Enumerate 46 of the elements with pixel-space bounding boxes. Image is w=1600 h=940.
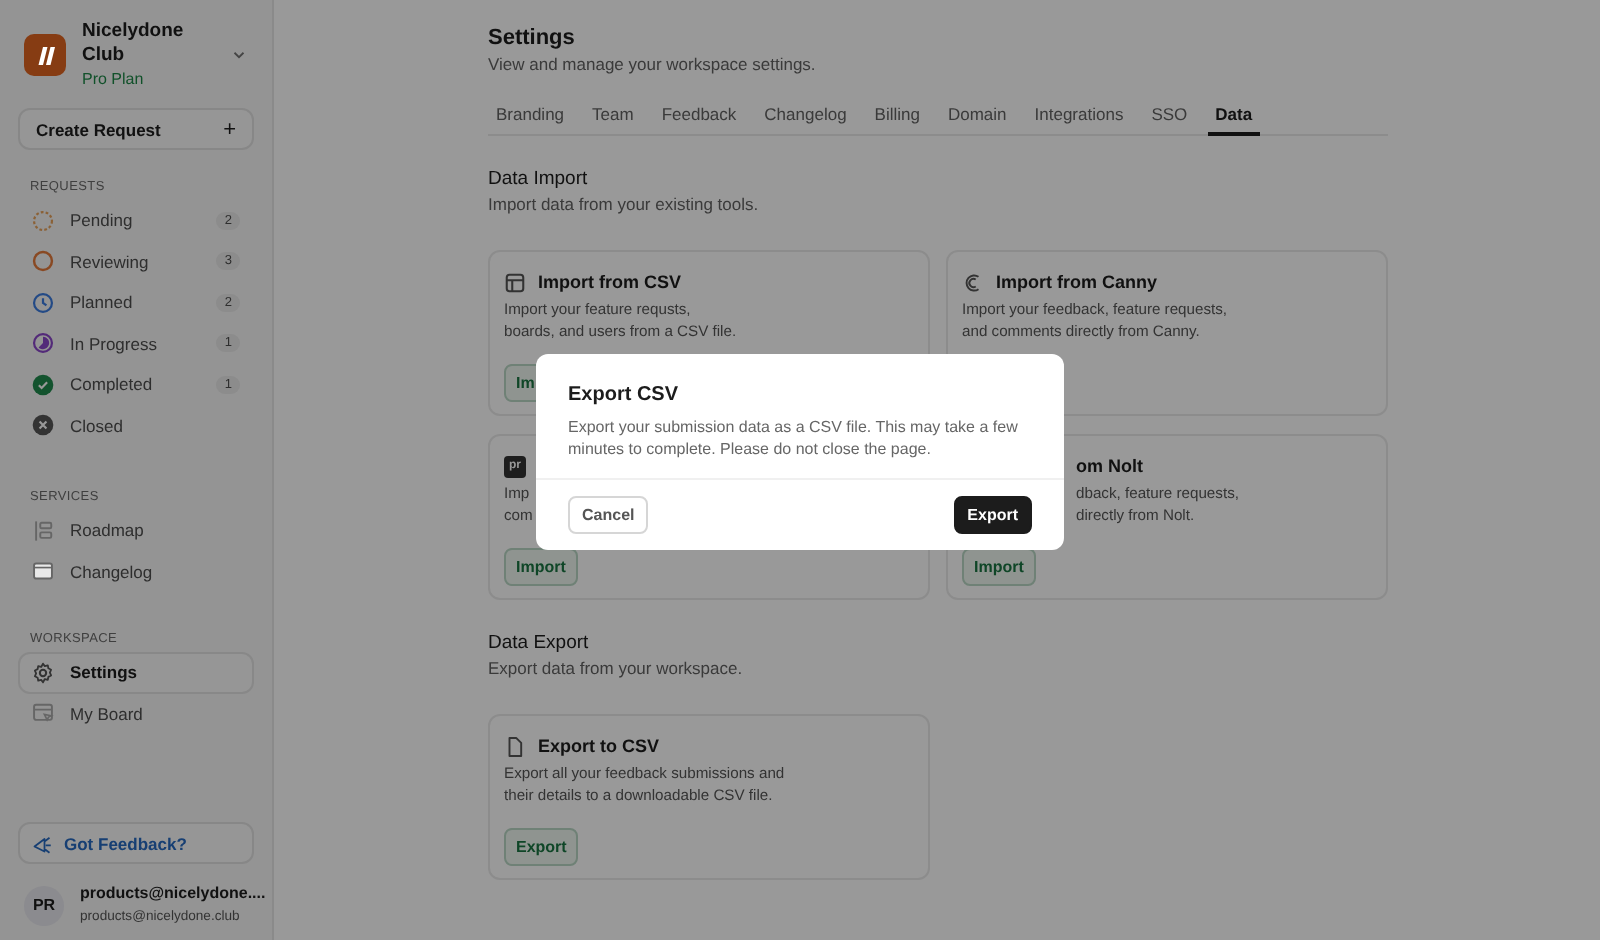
workspace-name: Nicelydone Club [82,20,186,68]
user-avatar: PR [24,885,64,925]
table-icon [504,271,526,293]
section-title: Data Export [488,632,591,656]
create-request-button[interactable]: Create Request + [18,108,254,150]
settings-tab[interactable]: SSO [1143,96,1196,136]
settings-tab[interactable]: Integrations [1026,96,1132,136]
section-subtitle: Export data from your workspace. [488,656,745,680]
page-title: Settings [488,24,577,52]
board-icon [32,702,54,725]
card-title: Import from Canny [996,272,1158,292]
settings-tab[interactable]: Branding [488,96,573,136]
settings-tab[interactable]: Feedback [653,96,745,136]
plan-label: Pro Plan [82,68,146,90]
section-subtitle: Import data from your existing tools. [488,192,761,216]
settings-tab[interactable]: Data [1207,96,1261,136]
gear-icon [32,661,54,684]
settings-tab[interactable]: Team [584,96,642,136]
card-title: om Nolt [1076,456,1143,476]
settings-tab[interactable]: Changelog [756,96,855,136]
sidebar-item[interactable]: Closed [18,405,254,446]
settings-tab[interactable]: Domain [939,96,1015,136]
user-name: products@nicelydone.... [80,882,266,906]
export-button[interactable]: Export [953,496,1032,534]
page-subtitle: View and manage your workspace settings. [488,52,818,76]
chevron-down-icon [230,46,248,64]
import-button[interactable]: Import [962,548,1036,586]
dialog-message: Export your submission data as a CSV file. This may take a few minutes to complete. Please do not close the page. [568,418,1020,460]
export-button[interactable]: Export [504,828,579,866]
sidebar-item[interactable]: My Board [18,693,254,734]
card-title: Import from CSV [538,272,682,292]
folder-icon [32,560,54,583]
roadmap-icon [32,519,54,542]
workspace-logo [24,34,66,76]
card-title: Export to CSV [538,736,660,756]
sidebar-item[interactable]: Settings [18,652,254,693]
dialog-title: Export CSV [568,384,681,406]
cancel-button[interactable]: Cancel [568,496,649,534]
section-title: Data Import [488,168,590,192]
settings-tab[interactable]: Billing [866,96,928,136]
sidebar-item[interactable]: Roadmap [18,510,254,551]
feedback-button[interactable]: Got Feedback? [18,822,254,864]
import-button[interactable]: Import [504,548,578,586]
sidebar-item[interactable]: Changelog [18,551,254,592]
file-icon [504,735,526,757]
letter-c-icon [962,271,984,293]
